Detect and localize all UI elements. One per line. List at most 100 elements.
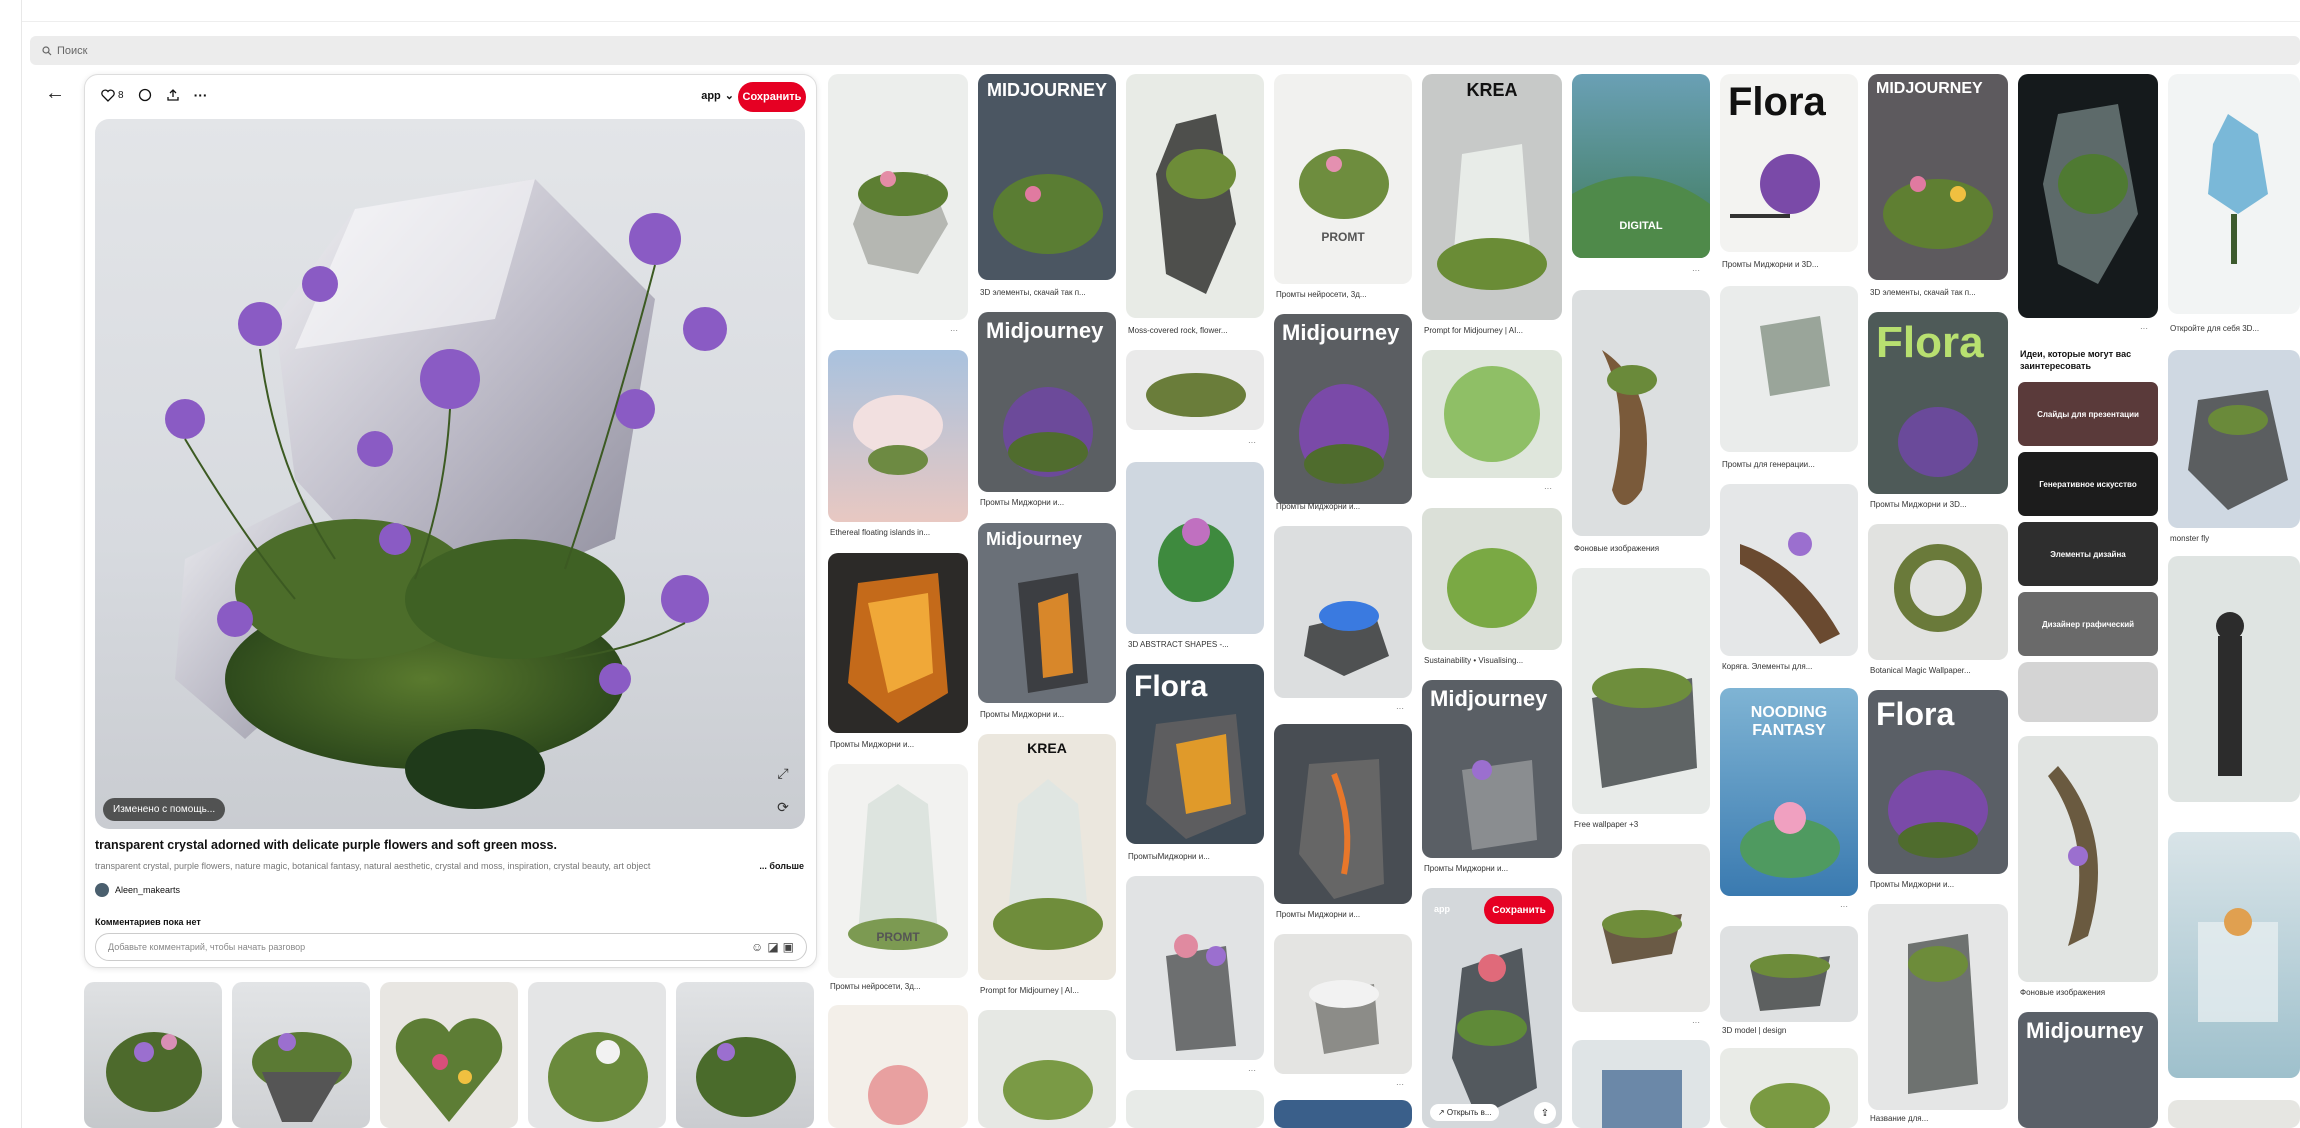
grid-pin[interactable]: [1274, 724, 1412, 904]
more-icon[interactable]: ···: [1396, 1080, 1404, 1089]
search-bar[interactable]: Поиск: [30, 36, 2300, 65]
grid-pin[interactable]: [2018, 74, 2158, 318]
back-button[interactable]: ←: [42, 80, 68, 106]
grid-pin[interactable]: [1422, 350, 1562, 478]
save-button[interactable]: Сохранить: [738, 82, 806, 112]
pin-caption[interactable]: Фоновые изображения: [2020, 988, 2150, 997]
grid-pin[interactable]: PROMT: [1274, 74, 1412, 284]
grid-pin[interactable]: Midjourney: [2018, 1012, 2158, 1128]
pin-caption[interactable]: Промты Миджорни и...: [1424, 864, 1554, 873]
grid-pin[interactable]: [1126, 876, 1264, 1060]
more-icon[interactable]: ···: [1544, 484, 1552, 493]
more-icon[interactable]: ···: [1692, 266, 1700, 275]
grid-pin[interactable]: [1868, 524, 2008, 660]
grid-pin[interactable]: Midjourney: [978, 312, 1116, 492]
grid-pin[interactable]: Midjourney: [1274, 314, 1412, 504]
pin-caption[interactable]: 3D model | design: [1722, 1026, 1850, 1035]
hovered-pin[interactable]: [1422, 888, 1562, 1128]
related-pin[interactable]: [676, 982, 814, 1128]
pin-caption[interactable]: Промты Миджорни и 3D...: [1722, 260, 1850, 269]
pin-caption[interactable]: Ethereal floating islands in...: [830, 528, 960, 537]
related-pin[interactable]: [528, 982, 666, 1128]
pin-image[interactable]: Изменено с помощь... ⤢ ⟳: [95, 119, 805, 829]
visual-search-icon[interactable]: ⟳: [771, 795, 795, 819]
idea-chip[interactable]: Генеративное искусство: [2018, 452, 2158, 516]
more-icon[interactable]: ···: [2140, 324, 2148, 333]
grid-pin[interactable]: [828, 1005, 968, 1128]
pin-caption[interactable]: Промты Миджорни и...: [980, 710, 1108, 719]
search-input[interactable]: Поиск: [57, 45, 87, 57]
grid-pin[interactable]: KREA: [978, 734, 1116, 980]
grid-pin[interactable]: [828, 74, 968, 320]
board-selector[interactable]: app ⌄: [701, 89, 734, 103]
grid-pin[interactable]: [1126, 74, 1264, 318]
pin-caption[interactable]: 3D ABSTRACT SHAPES -...: [1128, 640, 1256, 649]
pin-caption[interactable]: Фоновые изображения: [1574, 544, 1702, 553]
more-icon[interactable]: ···: [1692, 1018, 1700, 1027]
more-icon[interactable]: ···: [1396, 704, 1404, 713]
pin-caption[interactable]: Prompt for Midjourney | AI...: [1424, 326, 1554, 335]
image-icon[interactable]: ▣: [783, 940, 794, 954]
pin-caption[interactable]: Промты Миджорни и...: [830, 740, 960, 749]
idea-chip[interactable]: Элементы дизайна: [2018, 522, 2158, 586]
grid-pin[interactable]: [828, 553, 968, 733]
grid-pin[interactable]: [1720, 926, 1858, 1022]
grid-pin[interactable]: [1274, 1100, 1412, 1128]
idea-chip[interactable]: Слайды для презентации: [2018, 382, 2158, 446]
grid-pin[interactable]: [1868, 904, 2008, 1110]
open-link-button[interactable]: ↗ Открыть в...: [1430, 1104, 1500, 1121]
hover-board-name[interactable]: app: [1434, 904, 1450, 914]
pin-caption[interactable]: Промты Миджорни и 3D...: [1870, 500, 2000, 509]
grid-pin[interactable]: PROMT: [828, 764, 968, 978]
grid-pin[interactable]: [978, 1010, 1116, 1128]
grid-pin[interactable]: [1126, 462, 1264, 634]
pin-caption[interactable]: Free wallpaper +3: [1574, 820, 1702, 829]
emoji-icon[interactable]: ☺: [751, 940, 763, 954]
more-icon[interactable]: ···: [1840, 902, 1848, 911]
grid-pin[interactable]: [2168, 556, 2300, 802]
pin-caption[interactable]: Промты для генерации...: [1722, 460, 1850, 469]
more-icon[interactable]: ···: [950, 326, 958, 335]
pin-caption[interactable]: ПромтыМиджорни и...: [1128, 852, 1256, 861]
grid-pin[interactable]: Flora: [1868, 690, 2008, 874]
grid-pin[interactable]: DIGITAL: [1572, 74, 1710, 258]
pin-caption[interactable]: Промты нейросети, 3д...: [1276, 290, 1404, 299]
grid-pin[interactable]: Midjourney: [1422, 680, 1562, 858]
more-icon[interactable]: ···: [1248, 1066, 1256, 1075]
comment-icon[interactable]: [138, 88, 152, 102]
grid-pin[interactable]: KREA: [1422, 74, 1562, 320]
more-link[interactable]: ... больше: [755, 861, 804, 871]
grid-pin[interactable]: [2168, 1100, 2300, 1128]
pin-caption[interactable]: Промты Миджорни и...: [980, 498, 1108, 507]
grid-pin[interactable]: Flora: [1126, 664, 1264, 844]
grid-pin[interactable]: MIDJOURNEY: [978, 74, 1116, 280]
idea-chip[interactable]: Дизайнер графический: [2018, 592, 2158, 656]
grid-pin[interactable]: MIDJOURNEY: [1868, 74, 2008, 280]
grid-pin[interactable]: [2168, 832, 2300, 1078]
hover-save-button[interactable]: Сохранить: [1484, 896, 1554, 924]
grid-pin[interactable]: [1422, 508, 1562, 650]
pin-caption[interactable]: Название для...: [1870, 1114, 2000, 1123]
grid-pin[interactable]: [2018, 736, 2158, 982]
grid-pin[interactable]: NOODING FANTASY: [1720, 688, 1858, 896]
expand-icon[interactable]: ⤢: [771, 761, 795, 785]
grid-pin[interactable]: [1126, 1090, 1264, 1128]
grid-pin[interactable]: [2018, 662, 2158, 722]
grid-pin[interactable]: [1126, 350, 1264, 430]
pin-caption[interactable]: Промты Миджорни и...: [1276, 910, 1404, 919]
grid-pin[interactable]: [1720, 1048, 1858, 1128]
grid-pin[interactable]: Flora: [1868, 312, 2008, 494]
pin-caption[interactable]: Промты Миджорни и...: [1870, 880, 2000, 889]
related-pin[interactable]: [232, 982, 370, 1128]
sticker-icon[interactable]: ◪: [767, 940, 778, 954]
pin-caption[interactable]: Botanical Magic Wallpaper...: [1870, 666, 2000, 675]
pin-caption[interactable]: Коряга. Элементы для...: [1722, 662, 1850, 671]
grid-pin[interactable]: [828, 350, 968, 522]
comment-input[interactable]: Добавьте комментарий, чтобы начать разго…: [95, 933, 807, 961]
grid-pin[interactable]: [2168, 74, 2300, 314]
pin-caption[interactable]: Откройте для себя 3D...: [2170, 324, 2298, 333]
author[interactable]: Aleen_makearts: [95, 883, 180, 897]
more-icon[interactable]: ···: [1248, 438, 1256, 447]
share-icon[interactable]: [166, 88, 180, 102]
pin-caption[interactable]: Sustainability • Visualising...: [1424, 656, 1554, 665]
